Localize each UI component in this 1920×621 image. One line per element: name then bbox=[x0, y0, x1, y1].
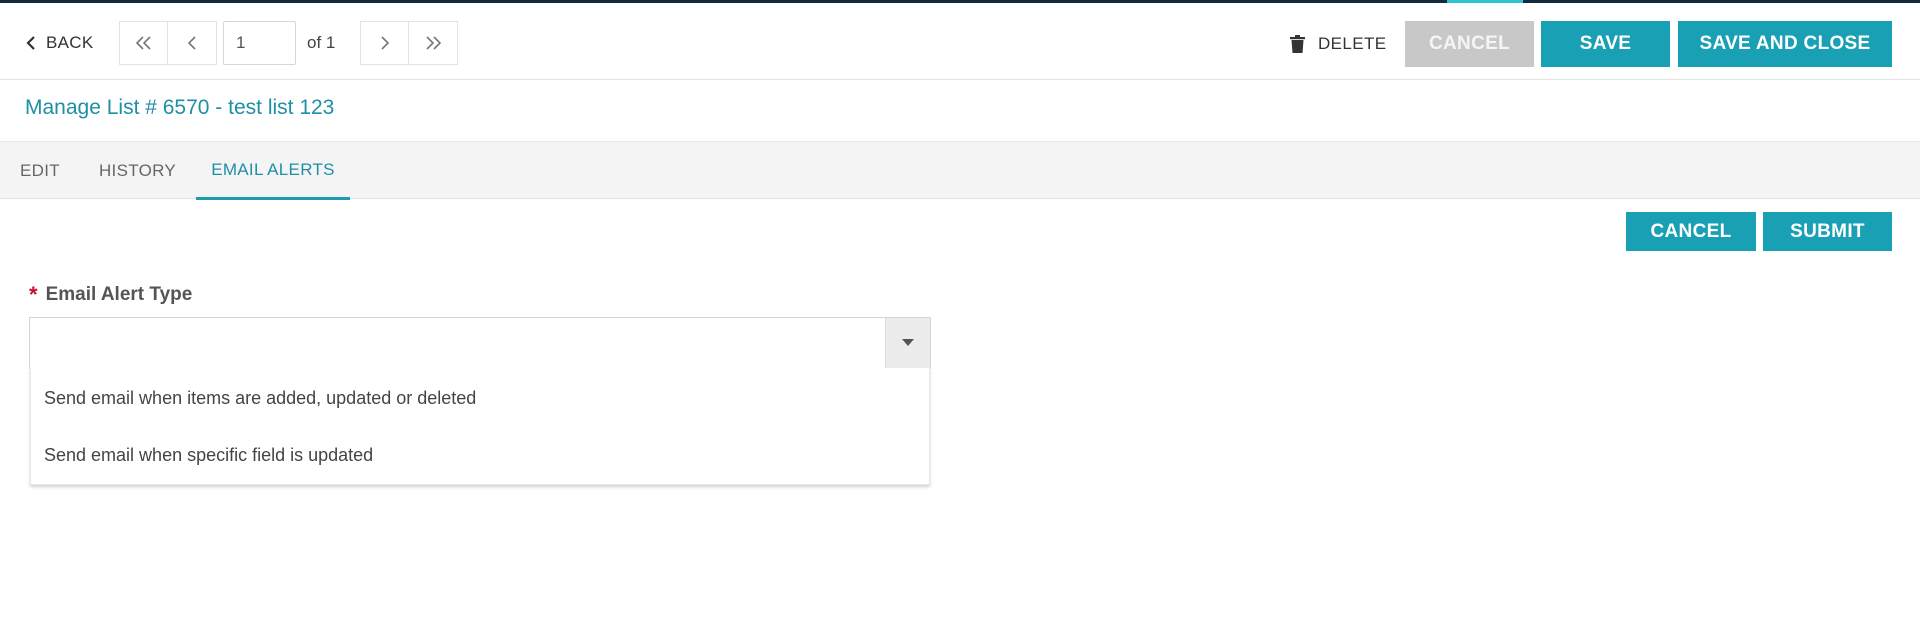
back-button[interactable]: BACK bbox=[26, 29, 94, 57]
email-alert-type-label: * Email Alert Type bbox=[29, 282, 192, 308]
required-marker: * bbox=[29, 282, 38, 307]
page-count-label: of 1 bbox=[307, 33, 336, 52]
dropdown-option-added-updated-deleted[interactable]: Send email when items are added, updated… bbox=[44, 388, 476, 409]
double-chevron-right-icon bbox=[426, 36, 442, 50]
email-alert-type-select[interactable] bbox=[29, 317, 931, 369]
caret-down-icon bbox=[902, 339, 914, 346]
first-page-button[interactable] bbox=[119, 21, 168, 65]
tab-email-alerts[interactable]: EMAIL ALERTS bbox=[196, 142, 350, 200]
back-label: BACK bbox=[46, 33, 94, 52]
next-page-button[interactable] bbox=[360, 21, 409, 65]
email-alert-type-label-text: Email Alert Type bbox=[45, 284, 193, 305]
pager: of 1 bbox=[119, 21, 458, 65]
cancel-button[interactable]: CANCEL bbox=[1405, 21, 1534, 67]
toolbar: BACK of 1 DELETE CANCEL SAVE SAVE AND CL… bbox=[0, 3, 1920, 80]
chevron-left-icon bbox=[187, 36, 196, 50]
previous-page-button[interactable] bbox=[168, 21, 217, 65]
form-cancel-button[interactable]: CANCEL bbox=[1626, 212, 1756, 251]
last-page-button[interactable] bbox=[409, 21, 458, 65]
chevron-right-icon bbox=[380, 36, 389, 50]
dropdown-toggle[interactable] bbox=[885, 318, 930, 368]
save-and-close-button[interactable]: SAVE AND CLOSE bbox=[1678, 21, 1892, 67]
delete-label: DELETE bbox=[1318, 34, 1387, 53]
tab-bar: EDIT HISTORY EMAIL ALERTS bbox=[0, 141, 1920, 200]
page-number-input[interactable] bbox=[223, 21, 296, 65]
submit-button[interactable]: SUBMIT bbox=[1763, 212, 1892, 251]
page-title: Manage List # 6570 - test list 123 bbox=[25, 96, 335, 119]
dropdown-option-specific-field-updated[interactable]: Send email when specific field is update… bbox=[44, 445, 373, 466]
tab-edit[interactable]: EDIT bbox=[0, 142, 80, 199]
chevron-left-icon bbox=[26, 36, 35, 50]
trash-icon bbox=[1290, 35, 1305, 53]
email-alert-type-options: Send email when items are added, updated… bbox=[30, 368, 930, 485]
save-button[interactable]: SAVE bbox=[1541, 21, 1670, 67]
double-chevron-left-icon bbox=[135, 36, 151, 50]
delete-button[interactable]: DELETE bbox=[1290, 29, 1387, 59]
tab-history[interactable]: HISTORY bbox=[80, 142, 195, 199]
